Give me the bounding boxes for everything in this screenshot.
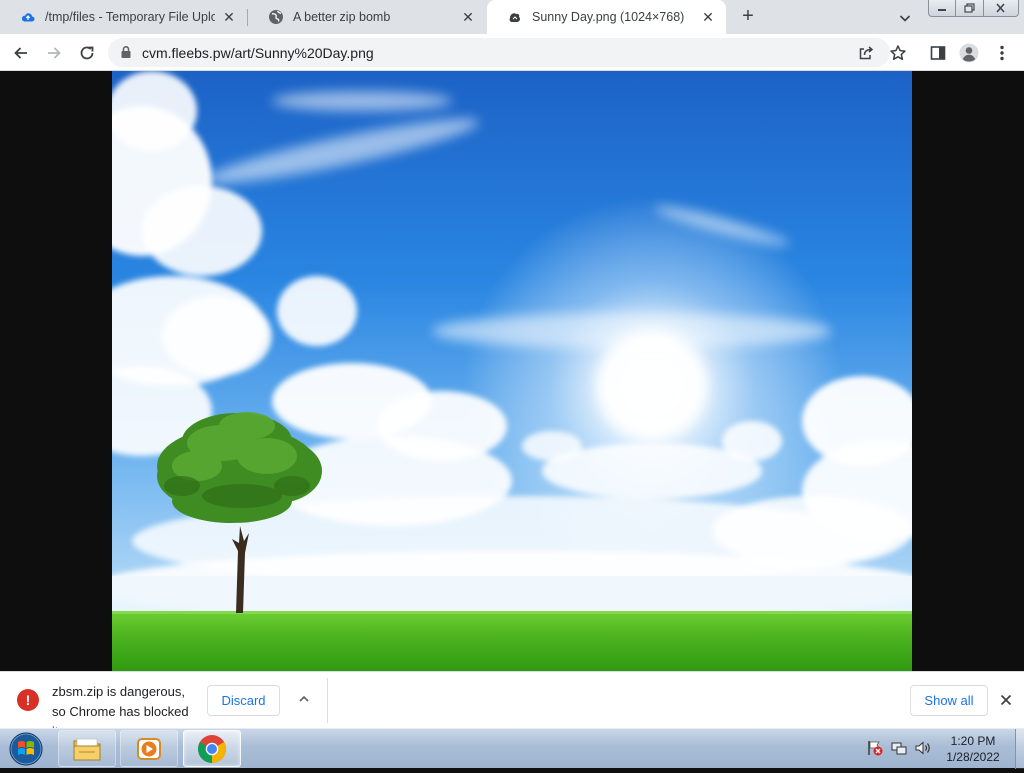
tab-title: Sunny Day.png (1024×768) <box>532 10 685 24</box>
browser-toolbar: cvm.fleebs.pw/art/Sunny%20Day.png <box>0 34 1024 71</box>
download-shelf: ! zbsm.zip is dangerous, so Chrome has b… <box>0 671 1024 739</box>
chevron-up-icon[interactable] <box>295 690 313 708</box>
back-arrow-icon <box>14 47 27 59</box>
share-icon <box>859 46 874 60</box>
restore-button[interactable] <box>956 0 984 16</box>
side-panel-icon <box>930 46 946 60</box>
network-icon[interactable] <box>890 739 908 757</box>
windows-taskbar: 1:20 PM 1/28/2022 <box>0 728 1024 769</box>
address-bar[interactable]: cvm.fleebs.pw/art/Sunny%20Day.png <box>108 38 890 67</box>
media-player-icon <box>137 737 161 760</box>
tab-title: /tmp/files - Temporary File Uploa <box>45 10 215 24</box>
image-file-icon <box>507 9 523 25</box>
show-desktop-button[interactable] <box>1015 729 1024 769</box>
start-button[interactable] <box>6 730 46 768</box>
new-tab-button[interactable]: + <box>737 6 759 28</box>
globe-icon <box>268 9 284 25</box>
forward-arrow-icon <box>48 47 61 59</box>
tab-sunny-day-active[interactable]: Sunny Day.png (1024×768) ✕ <box>487 0 726 34</box>
tab-close-icon[interactable]: ✕ <box>221 9 237 25</box>
windows-logo-icon <box>9 732 43 766</box>
folder-icon <box>73 738 101 760</box>
clock-time: 1:20 PM <box>950 734 996 748</box>
tab-close-icon[interactable]: ✕ <box>460 9 476 25</box>
system-clock[interactable]: 1:20 PM 1/28/2022 <box>937 733 1009 765</box>
close-icon[interactable] <box>997 691 1015 709</box>
taskbar-chrome[interactable] <box>183 730 241 767</box>
minimize-button[interactable] <box>929 0 957 16</box>
reload-icon <box>80 46 94 60</box>
tab-tmp-files[interactable]: /tmp/files - Temporary File Uploa ✕ <box>0 0 247 34</box>
restore-icon <box>964 3 975 13</box>
danger-warning-icon: ! <box>17 689 39 711</box>
discard-button[interactable]: Discard <box>207 685 280 716</box>
taskbar-explorer[interactable] <box>58 730 116 767</box>
sunny-day-image[interactable] <box>112 71 912 671</box>
side-panel-button[interactable] <box>928 43 948 63</box>
show-all-downloads-button[interactable]: Show all <box>910 685 988 716</box>
tab-strip: /tmp/files - Temporary File Uploa ✕ A be… <box>0 0 1024 34</box>
chevron-down-icon[interactable] <box>896 9 914 27</box>
url-text: cvm.fleebs.pw/art/Sunny%20Day.png <box>142 45 374 61</box>
kebab-menu-icon <box>1000 45 1004 61</box>
reload-button[interactable] <box>77 43 97 63</box>
tab-title: A better zip bomb <box>293 10 391 24</box>
tab-close-icon[interactable]: ✕ <box>700 9 716 25</box>
volume-icon[interactable] <box>914 739 932 757</box>
tab-zip-bomb[interactable]: A better zip bomb ✕ <box>248 0 486 34</box>
menu-button[interactable] <box>992 43 1012 63</box>
bookmark-button[interactable] <box>888 43 908 63</box>
minimize-icon <box>938 9 947 11</box>
window-controls <box>928 0 1019 17</box>
lock-icon[interactable] <box>120 45 132 59</box>
profile-avatar-icon <box>959 43 979 63</box>
download-item-divider <box>327 678 328 723</box>
taskbar-media-player[interactable] <box>120 730 178 767</box>
close-window-button[interactable] <box>984 0 1018 16</box>
close-icon <box>996 3 1005 13</box>
forward-button[interactable] <box>44 43 64 63</box>
action-center-flag-icon[interactable] <box>866 739 884 757</box>
chrome-icon <box>198 734 226 763</box>
page-content <box>0 71 1024 671</box>
cloud-upload-icon <box>20 9 36 25</box>
clock-date: 1/28/2022 <box>946 750 1000 764</box>
star-icon <box>890 45 906 61</box>
back-button[interactable] <box>11 43 31 63</box>
share-button[interactable] <box>856 43 876 63</box>
profile-button[interactable] <box>959 43 979 63</box>
